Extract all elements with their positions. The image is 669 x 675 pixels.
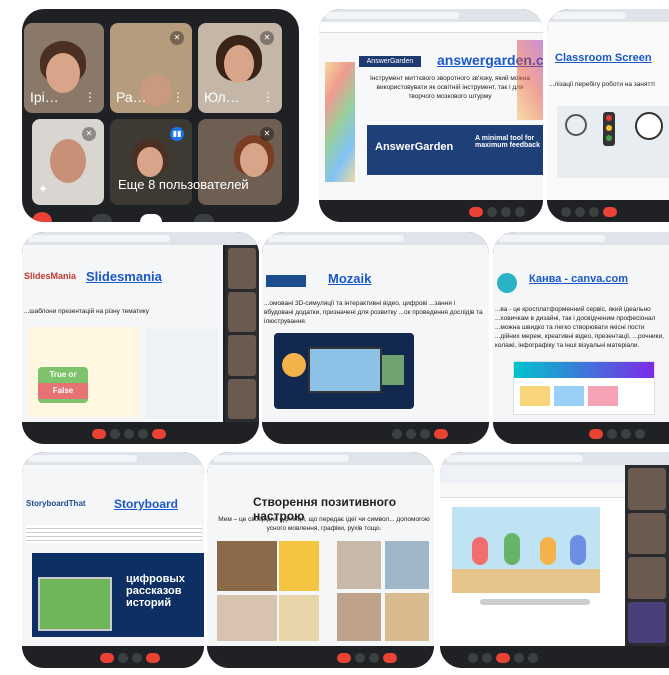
control-button[interactable]: [92, 214, 112, 222]
more-users-label[interactable]: Еще 8 пользователей: [118, 177, 249, 192]
leave-call-button[interactable]: [434, 429, 448, 439]
participant-name: Ірі…: [30, 89, 59, 105]
answergarden-banner: AnswerGarden A minimal tool for maximum …: [367, 125, 543, 175]
mic-off-icon: ✕: [82, 127, 96, 141]
leave-call-button[interactable]: [469, 207, 483, 217]
leave-call-button[interactable]: [383, 653, 397, 663]
control-button[interactable]: [132, 653, 142, 663]
participant-tile[interactable]: Ірі… ⋮: [24, 23, 104, 113]
leave-call-button[interactable]: [92, 429, 106, 439]
more-options-icon[interactable]: ⋮: [84, 91, 96, 103]
slide-text: ...лізації перебігу роботи на занятті: [549, 81, 655, 88]
screenshot-answergarden: AnswerGarden answergarden.ch Інструмент …: [319, 9, 543, 222]
participants-strip: [625, 465, 669, 646]
slide-text: ...ва - це кросплатформенний сервіс, яки…: [495, 306, 664, 349]
children-illustration: [452, 507, 600, 593]
participant-tile[interactable]: ▮▮: [110, 119, 192, 205]
control-button[interactable]: [621, 429, 631, 439]
meet-control-bar: [319, 200, 543, 222]
slide-text: Інструмент миттєвого зворотного зв'язку,…: [369, 75, 530, 100]
browser-tabbar: [319, 9, 543, 22]
leave-call-button[interactable]: [337, 653, 351, 663]
more-options-icon[interactable]: ⋮: [262, 91, 274, 103]
answergarden-logo: AnswerGarden: [359, 56, 421, 67]
screenshot-browser-illustration: [440, 452, 669, 668]
leave-call-button[interactable]: [32, 212, 52, 222]
screenshot-slidesmania: SlidesMania Slidesmania ...шаблони презе…: [22, 232, 259, 444]
meet-video-grid: Ірі… ⋮ ✕ Ра… ⋮ ✕ Юл… ⋮ ✕ ✦ ▮▮ ✕ Еще 8 по…: [22, 9, 299, 222]
participant-tile[interactable]: ✕: [198, 119, 282, 205]
slide-title[interactable]: Mozaik: [328, 271, 371, 286]
control-button[interactable]: [514, 653, 524, 663]
canva-logo: [497, 273, 517, 293]
effects-icon[interactable]: ✦: [38, 183, 48, 195]
control-button[interactable]: [118, 653, 128, 663]
control-button[interactable]: [589, 207, 599, 217]
control-button[interactable]: [561, 207, 571, 217]
mic-off-icon: ✕: [260, 31, 274, 45]
participant-tile[interactable]: ✕ ✦: [32, 119, 104, 205]
control-button[interactable]: [406, 429, 416, 439]
control-button[interactable]: [140, 214, 162, 222]
leave-call-button[interactable]: [496, 653, 510, 663]
participants-strip: [225, 245, 259, 422]
slide-text: Мем – це своєрідна одиниця, що передає і…: [218, 516, 430, 532]
slide-text: ...шаблони презентацій на різну тематику: [24, 308, 149, 315]
control-button[interactable]: [575, 207, 585, 217]
control-button[interactable]: [607, 429, 617, 439]
control-button[interactable]: [487, 207, 497, 217]
control-button[interactable]: [528, 653, 538, 663]
leave-call-button[interactable]: [152, 429, 166, 439]
control-button[interactable]: [138, 429, 148, 439]
speaking-icon: ▮▮: [170, 127, 184, 141]
control-button[interactable]: [124, 429, 134, 439]
leave-call-button[interactable]: [589, 429, 603, 439]
leave-call-button[interactable]: [603, 207, 617, 217]
slide-text: ...омовані 3D-симуляції та інтерактивні …: [264, 300, 483, 325]
slide-title[interactable]: Classroom Screen: [555, 52, 652, 64]
canva-screenshot: [513, 361, 655, 415]
participant-name: Ра…: [116, 89, 147, 105]
screenshot-positive-mood: Створення позитивного настрою Мем – це с…: [207, 452, 434, 668]
more-options-icon[interactable]: ⋮: [172, 91, 184, 103]
screenshot-classroomscreen: Classroom Screen ...лізації перебігу роб…: [547, 9, 669, 222]
participant-tile[interactable]: ✕ Юл… ⋮: [198, 23, 282, 113]
control-button[interactable]: [392, 429, 402, 439]
participant-tile[interactable]: ✕ Ра… ⋮: [110, 23, 192, 113]
screenshot-mozaik: Mozaik ...омовані 3D-симуляції та інтера…: [262, 232, 489, 444]
control-button[interactable]: [194, 214, 214, 222]
mozaik-devices-image: [274, 333, 414, 409]
control-button[interactable]: [110, 429, 120, 439]
control-button[interactable]: [515, 207, 525, 217]
screenshot-canva: Канва - canva.com ...ва - це кросплатфор…: [493, 232, 669, 444]
control-button[interactable]: [501, 207, 511, 217]
participant-name: Юл…: [204, 89, 240, 105]
slide-title[interactable]: Канва - canva.com: [529, 273, 628, 285]
control-button[interactable]: [482, 653, 492, 663]
control-button[interactable]: [420, 429, 430, 439]
meme-grid: [217, 541, 434, 643]
control-button[interactable]: [468, 653, 478, 663]
control-button[interactable]: [635, 429, 645, 439]
leave-call-button[interactable]: [100, 653, 114, 663]
control-button[interactable]: [355, 653, 365, 663]
slide-title[interactable]: Slidesmania: [86, 269, 162, 284]
leave-call-button[interactable]: [146, 653, 160, 663]
template-preview: True or False: [28, 327, 140, 417]
mic-off-icon: ✕: [260, 127, 274, 141]
mozaik-logo: [266, 275, 306, 287]
slidesmania-logo: SlidesMania: [24, 271, 77, 281]
mic-off-icon: ✕: [170, 31, 184, 45]
slide-title[interactable]: Storyboard: [114, 497, 178, 511]
storyboardthat-logo: StoryboardThat: [26, 499, 86, 508]
screenshot-storyboard: StoryboardThat Storyboard цифровых расск…: [22, 452, 204, 668]
classroom-widgets: [557, 106, 669, 178]
control-button[interactable]: [369, 653, 379, 663]
storyboard-banner: цифровых рассказов историй: [32, 553, 204, 637]
